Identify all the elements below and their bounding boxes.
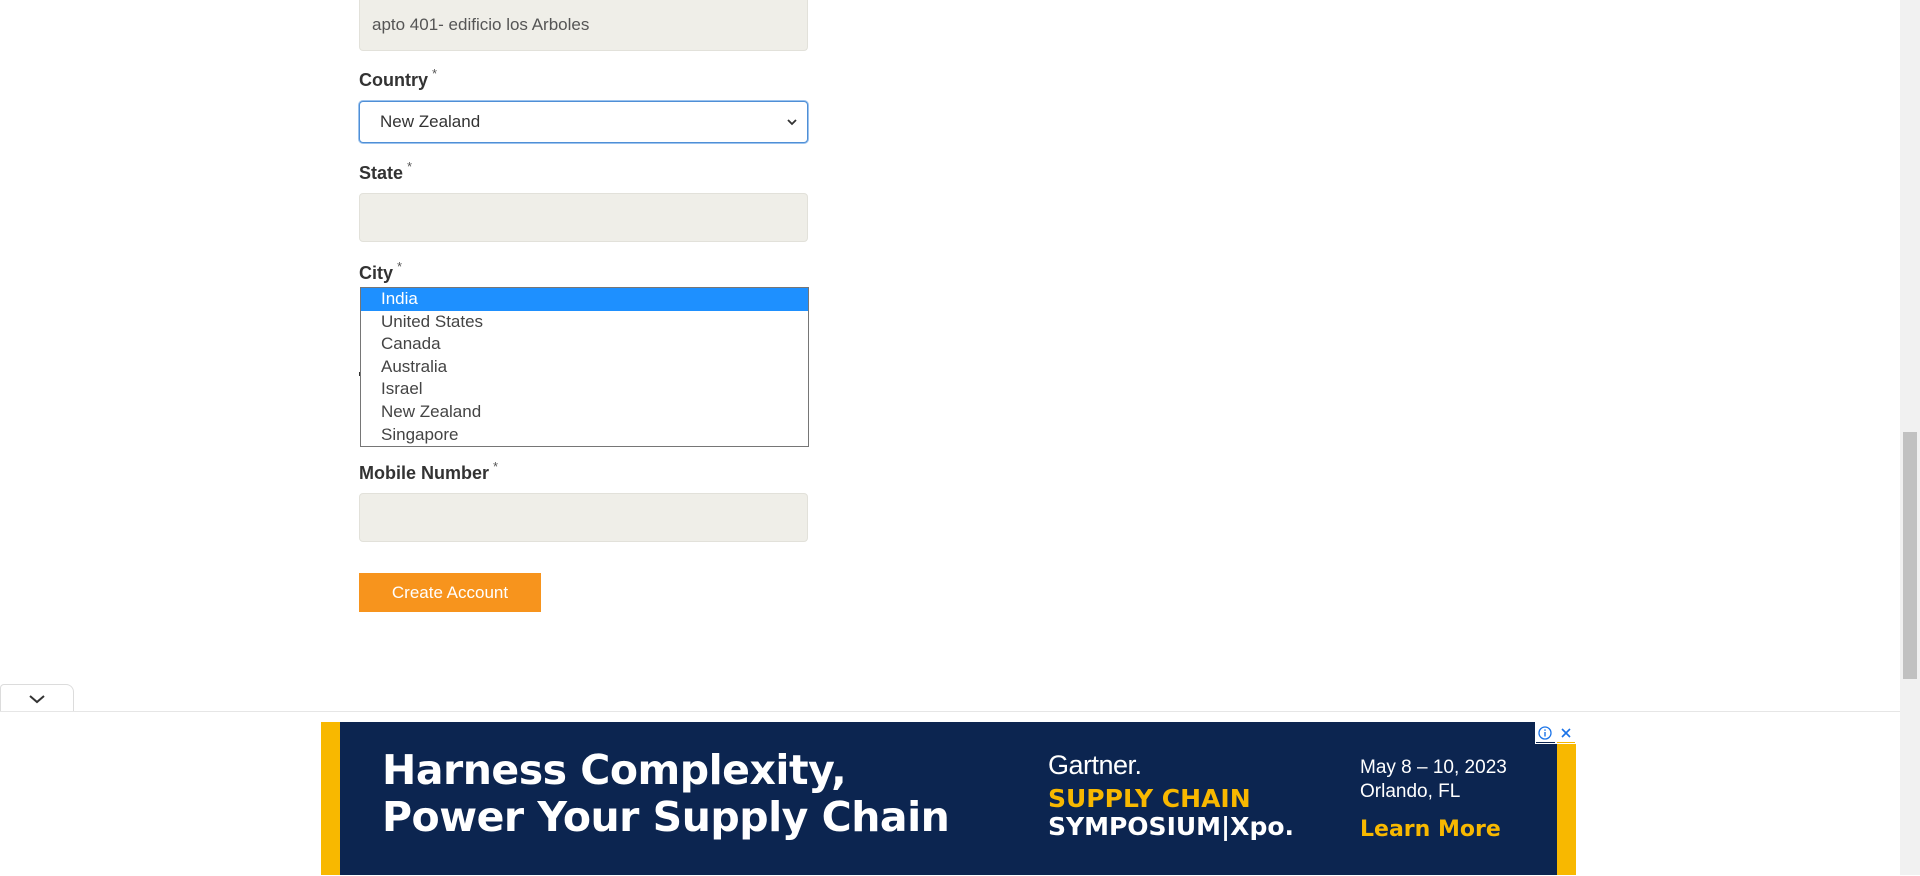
ad-event-line2: SYMPOSIUM|Xpo.	[1048, 812, 1295, 841]
ad-stripe-right	[1557, 722, 1576, 875]
ad-banner[interactable]: Harness Complexity, Power Your Supply Ch…	[321, 722, 1576, 875]
state-input[interactable]	[359, 193, 808, 242]
chevron-down-icon	[29, 695, 45, 704]
dropdown-option-new-zealand[interactable]: New Zealand	[361, 401, 808, 424]
required-asterisk: *	[432, 66, 438, 81]
dropdown-option-singapore[interactable]: Singapore	[361, 424, 808, 446]
ad-controls	[1535, 722, 1576, 744]
mobile-number-label: Mobile Number *	[359, 459, 499, 483]
ad-brand-logo: Gartner.	[1048, 750, 1142, 780]
page-scrollbar[interactable]	[1900, 0, 1920, 875]
state-label: State *	[359, 159, 413, 183]
ad-stripe-left	[321, 722, 340, 875]
address-line2-value: apto 401- edificio los Arboles	[372, 15, 590, 34]
dropdown-option-israel[interactable]: Israel	[361, 378, 808, 401]
city-label: City *	[359, 259, 403, 283]
country-dropdown-list[interactable]: India United States Canada Australia Isr…	[360, 287, 809, 447]
mobile-number-input[interactable]	[359, 493, 808, 542]
country-selected-value: New Zealand	[380, 112, 481, 131]
required-asterisk: *	[407, 159, 413, 174]
info-icon	[1538, 726, 1552, 740]
ad-event-line1: SUPPLY CHAIN	[1048, 784, 1251, 813]
ad-location: Orlando, FL	[1360, 781, 1461, 802]
country-select[interactable]: New Zealand	[359, 101, 808, 143]
ad-collapse-toggle[interactable]	[0, 684, 74, 713]
ad-info-icon[interactable]	[1535, 722, 1556, 744]
dropdown-option-united-states[interactable]: United States	[361, 311, 808, 334]
address-line2-input[interactable]: apto 401- edificio los Arboles	[359, 0, 808, 51]
ad-headline-line2: Power Your Supply Chain	[382, 793, 950, 841]
ad-close-icon[interactable]	[1555, 722, 1576, 744]
required-asterisk: *	[397, 259, 403, 274]
ad-headline: Harness Complexity, Power Your Supply Ch…	[382, 746, 950, 841]
ad-headline-line1: Harness Complexity,	[382, 746, 847, 794]
ad-learn-more-link[interactable]: Learn More	[1360, 817, 1501, 842]
ad-date: May 8 – 10, 2023	[1360, 757, 1507, 778]
scrollbar-thumb[interactable]	[1903, 432, 1917, 679]
chevron-down-icon	[787, 119, 797, 126]
dropdown-option-canada[interactable]: Canada	[361, 333, 808, 356]
country-label: Country *	[359, 66, 438, 90]
dropdown-option-australia[interactable]: Australia	[361, 356, 808, 379]
create-account-button[interactable]: Create Account	[359, 573, 541, 612]
required-asterisk: *	[493, 459, 499, 474]
dropdown-option-india[interactable]: India	[361, 288, 808, 311]
close-icon	[1561, 728, 1571, 738]
